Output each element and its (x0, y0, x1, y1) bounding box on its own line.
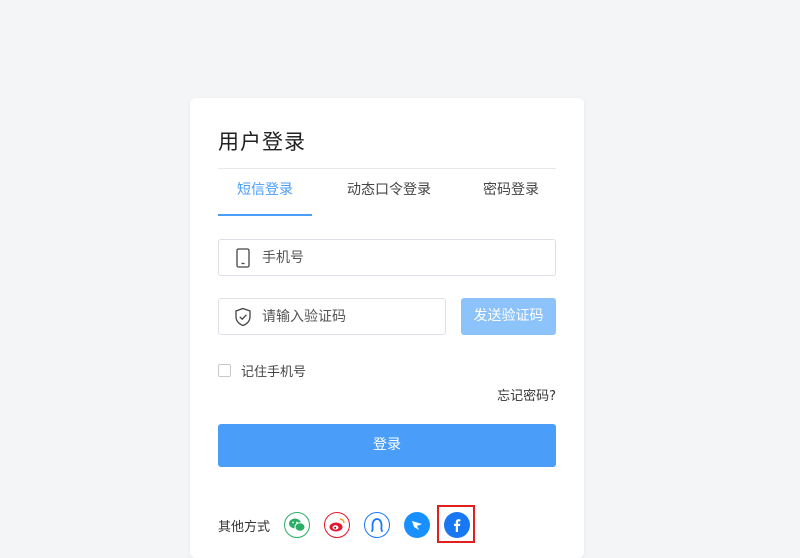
facebook-icon[interactable] (437, 505, 476, 543)
remember-phone-option[interactable]: 记住手机号 (218, 361, 306, 380)
remember-phone-checkbox[interactable] (218, 364, 231, 377)
wechat-icon[interactable] (284, 512, 311, 538)
selection-highlight-box (437, 505, 476, 543)
shield-check-icon (233, 307, 253, 327)
send-code-button[interactable]: 发送验证码 (461, 298, 556, 335)
verification-code-input[interactable] (262, 299, 437, 334)
mobile-phone-icon (233, 248, 253, 268)
alipay-icon[interactable] (364, 512, 391, 538)
login-button[interactable]: 登录 (218, 424, 556, 467)
tab-password-login[interactable]: 密码登录 (466, 178, 556, 216)
phone-field[interactable] (218, 239, 556, 276)
other-methods-label: 其他方式 (218, 519, 271, 535)
forgot-password-link[interactable]: 忘记密码? (497, 385, 556, 404)
dingtalk-icon[interactable] (404, 512, 431, 538)
page-title: 用户登录 (218, 130, 306, 154)
phone-input[interactable] (262, 240, 547, 275)
tab-sms-login[interactable]: 短信登录 (218, 178, 312, 216)
remember-phone-label: 记住手机号 (241, 365, 307, 380)
login-card: 用户登录 短信登录 动态口令登录 密码登录 发送验证码 记住手机号 忘记密码? … (190, 98, 584, 558)
weibo-icon[interactable] (324, 512, 351, 538)
other-login-methods: 其他方式 (218, 505, 484, 543)
title-divider (218, 168, 556, 169)
verification-code-field[interactable] (218, 298, 446, 335)
login-tabs: 短信登录 动态口令登录 密码登录 (218, 178, 556, 216)
tab-dynamic-token-login[interactable]: 动态口令登录 (312, 178, 466, 216)
